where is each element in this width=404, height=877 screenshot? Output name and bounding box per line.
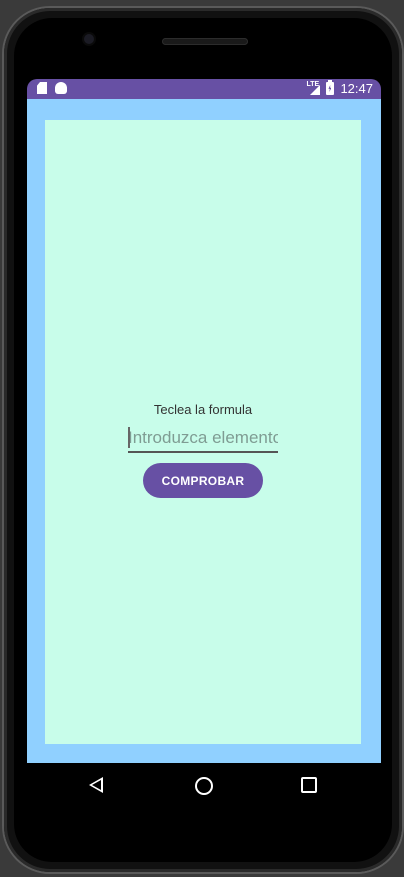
element-input[interactable] (128, 425, 278, 451)
front-camera (84, 34, 94, 44)
text-cursor (128, 427, 130, 448)
content-area: Teclea la formula COMPROBAR (45, 120, 361, 744)
app-screen: Teclea la formula COMPROBAR (27, 99, 381, 763)
home-icon[interactable] (195, 777, 213, 795)
sd-card-icon (37, 82, 47, 94)
status-right-icons: LTE 12:47 (306, 80, 373, 96)
status-time: 12:47 (340, 81, 373, 96)
navigation-bar (27, 763, 381, 807)
recent-apps-icon[interactable] (301, 777, 317, 793)
element-input-container[interactable] (128, 425, 278, 453)
signal-icon: LTE (306, 81, 321, 95)
android-icon (55, 82, 67, 94)
battery-icon (326, 80, 335, 95)
formula-label: Teclea la formula (153, 402, 253, 417)
status-left-icons (37, 82, 67, 94)
check-button[interactable]: COMPROBAR (143, 463, 263, 498)
earpiece-speaker (162, 38, 248, 45)
back-icon[interactable] (89, 777, 103, 793)
status-bar: LTE 12:47 (27, 79, 381, 99)
